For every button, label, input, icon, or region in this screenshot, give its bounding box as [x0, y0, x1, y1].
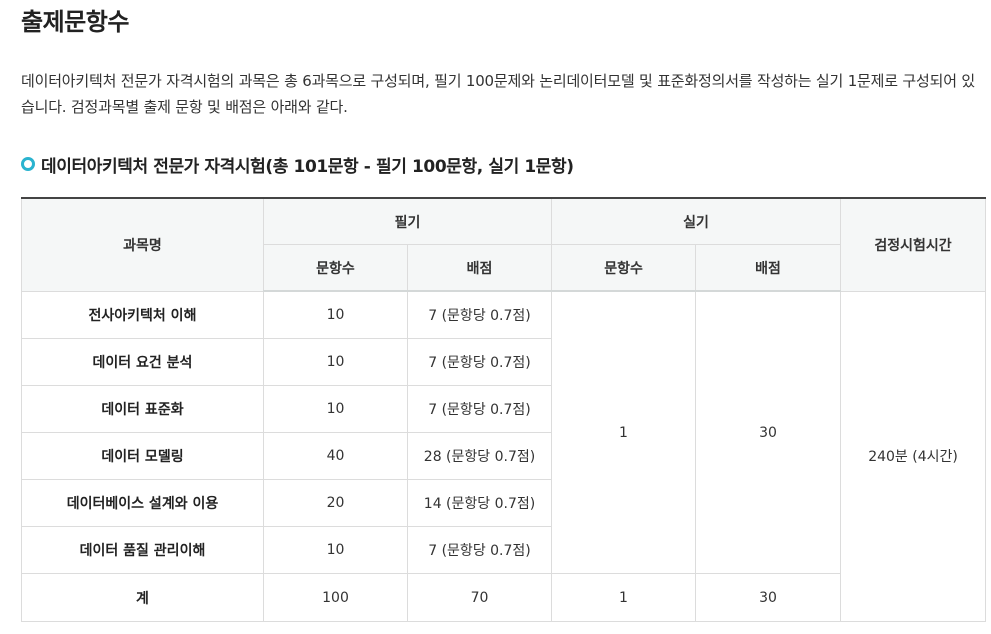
table-row: 전사아키텍처 이해 10 7 (문항당 0.7점) 1 30 240분 (4시간… — [21, 290, 987, 622]
written-score-cell: 28 (문항당 0.7점) — [406, 432, 553, 480]
written-count-cell: 40 — [263, 432, 408, 480]
section-title: 데이터아키텍처 전문가 자격시험(총 101문항 - 필기 100문항, 실기 … — [41, 156, 574, 177]
circle-bullet-icon — [21, 157, 35, 171]
written-count-cell: 20 — [263, 479, 408, 527]
header-practical: 실기 — [551, 197, 842, 245]
subject-cell: 전사아키텍처 이해 — [21, 290, 264, 339]
subject-cell: 데이터 요건 분석 — [21, 338, 264, 386]
total-practical-score-cell: 30 — [695, 573, 842, 622]
subject-cell: 데이터베이스 설계와 이용 — [21, 479, 264, 527]
intro-paragraph: 데이터아키텍처 전문가 자격시험의 과목은 총 6과목으로 구성되며, 필기 1… — [21, 72, 975, 116]
exam-time-cell: 240분 (4시간) — [840, 290, 987, 622]
header-practical-score: 배점 — [695, 244, 842, 292]
practical-count-cell: 1 — [551, 290, 697, 574]
header-practical-count: 문항수 — [551, 244, 697, 292]
written-score-cell: 7 (문항당 0.7점) — [406, 385, 553, 433]
header-row: 과목명 필기 실기 검정시험시간 — [21, 197, 987, 292]
subject-cell: 데이터 품질 관리이해 — [21, 526, 264, 574]
header-written: 필기 — [262, 197, 553, 245]
written-count-cell: 10 — [263, 385, 408, 433]
section-heading: 데이터아키텍처 전문가 자격시험(총 101문항 - 필기 100문항, 실기 … — [21, 150, 574, 178]
header-written-score: 배점 — [406, 244, 553, 292]
header-written-count: 문항수 — [263, 244, 408, 292]
written-count-cell: 10 — [263, 526, 408, 574]
written-count-cell: 10 — [263, 290, 408, 339]
written-score-cell: 7 (문항당 0.7점) — [406, 526, 553, 574]
written-score-cell: 7 (문항당 0.7점) — [406, 338, 553, 386]
total-label-cell: 계 — [21, 573, 264, 622]
exam-questions-table: 과목명 필기 실기 검정시험시간 문항수 배점 문항수 배점 전사아키텍처 이해… — [21, 197, 987, 622]
total-written-score-cell: 70 — [406, 573, 553, 622]
page: 출제문항수 데이터아키텍처 전문가 자격시험의 과목은 총 6과목으로 구성되며… — [0, 0, 991, 634]
header-exam-time: 검정시험시간 — [840, 197, 987, 292]
written-score-cell: 7 (문항당 0.7점) — [406, 290, 553, 339]
header-subject: 과목명 — [21, 197, 264, 292]
subject-cell: 데이터 모델링 — [21, 432, 264, 480]
total-written-count-cell: 100 — [263, 573, 408, 622]
written-count-cell: 10 — [263, 338, 408, 386]
practical-score-cell: 30 — [695, 290, 842, 574]
page-title: 출제문항수 — [21, 8, 129, 36]
subject-cell: 데이터 표준화 — [21, 385, 264, 433]
total-practical-count-cell: 1 — [551, 573, 697, 622]
written-score-cell: 14 (문항당 0.7점) — [406, 479, 553, 527]
